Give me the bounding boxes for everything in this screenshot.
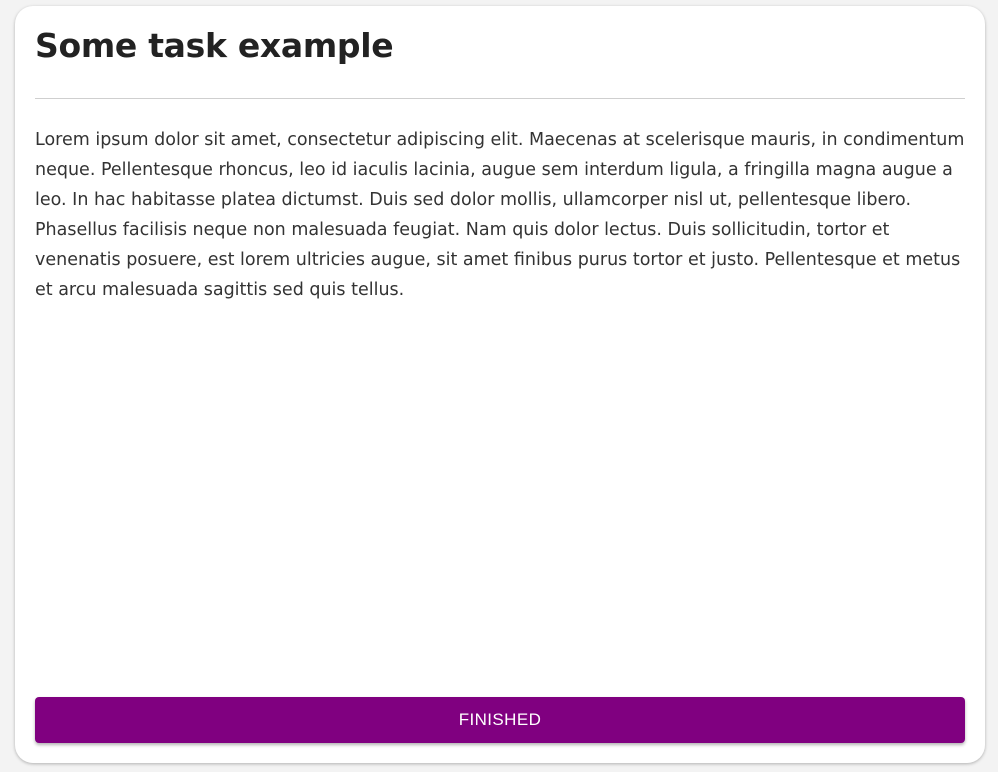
task-title: Some task example — [35, 26, 394, 65]
title-divider — [35, 98, 965, 99]
task-description: Lorem ipsum dolor sit amet, consectetur … — [35, 130, 965, 300]
task-card: Some task example Lorem ipsum dolor sit … — [15, 6, 985, 763]
finished-button[interactable]: FINISHED — [35, 697, 965, 743]
